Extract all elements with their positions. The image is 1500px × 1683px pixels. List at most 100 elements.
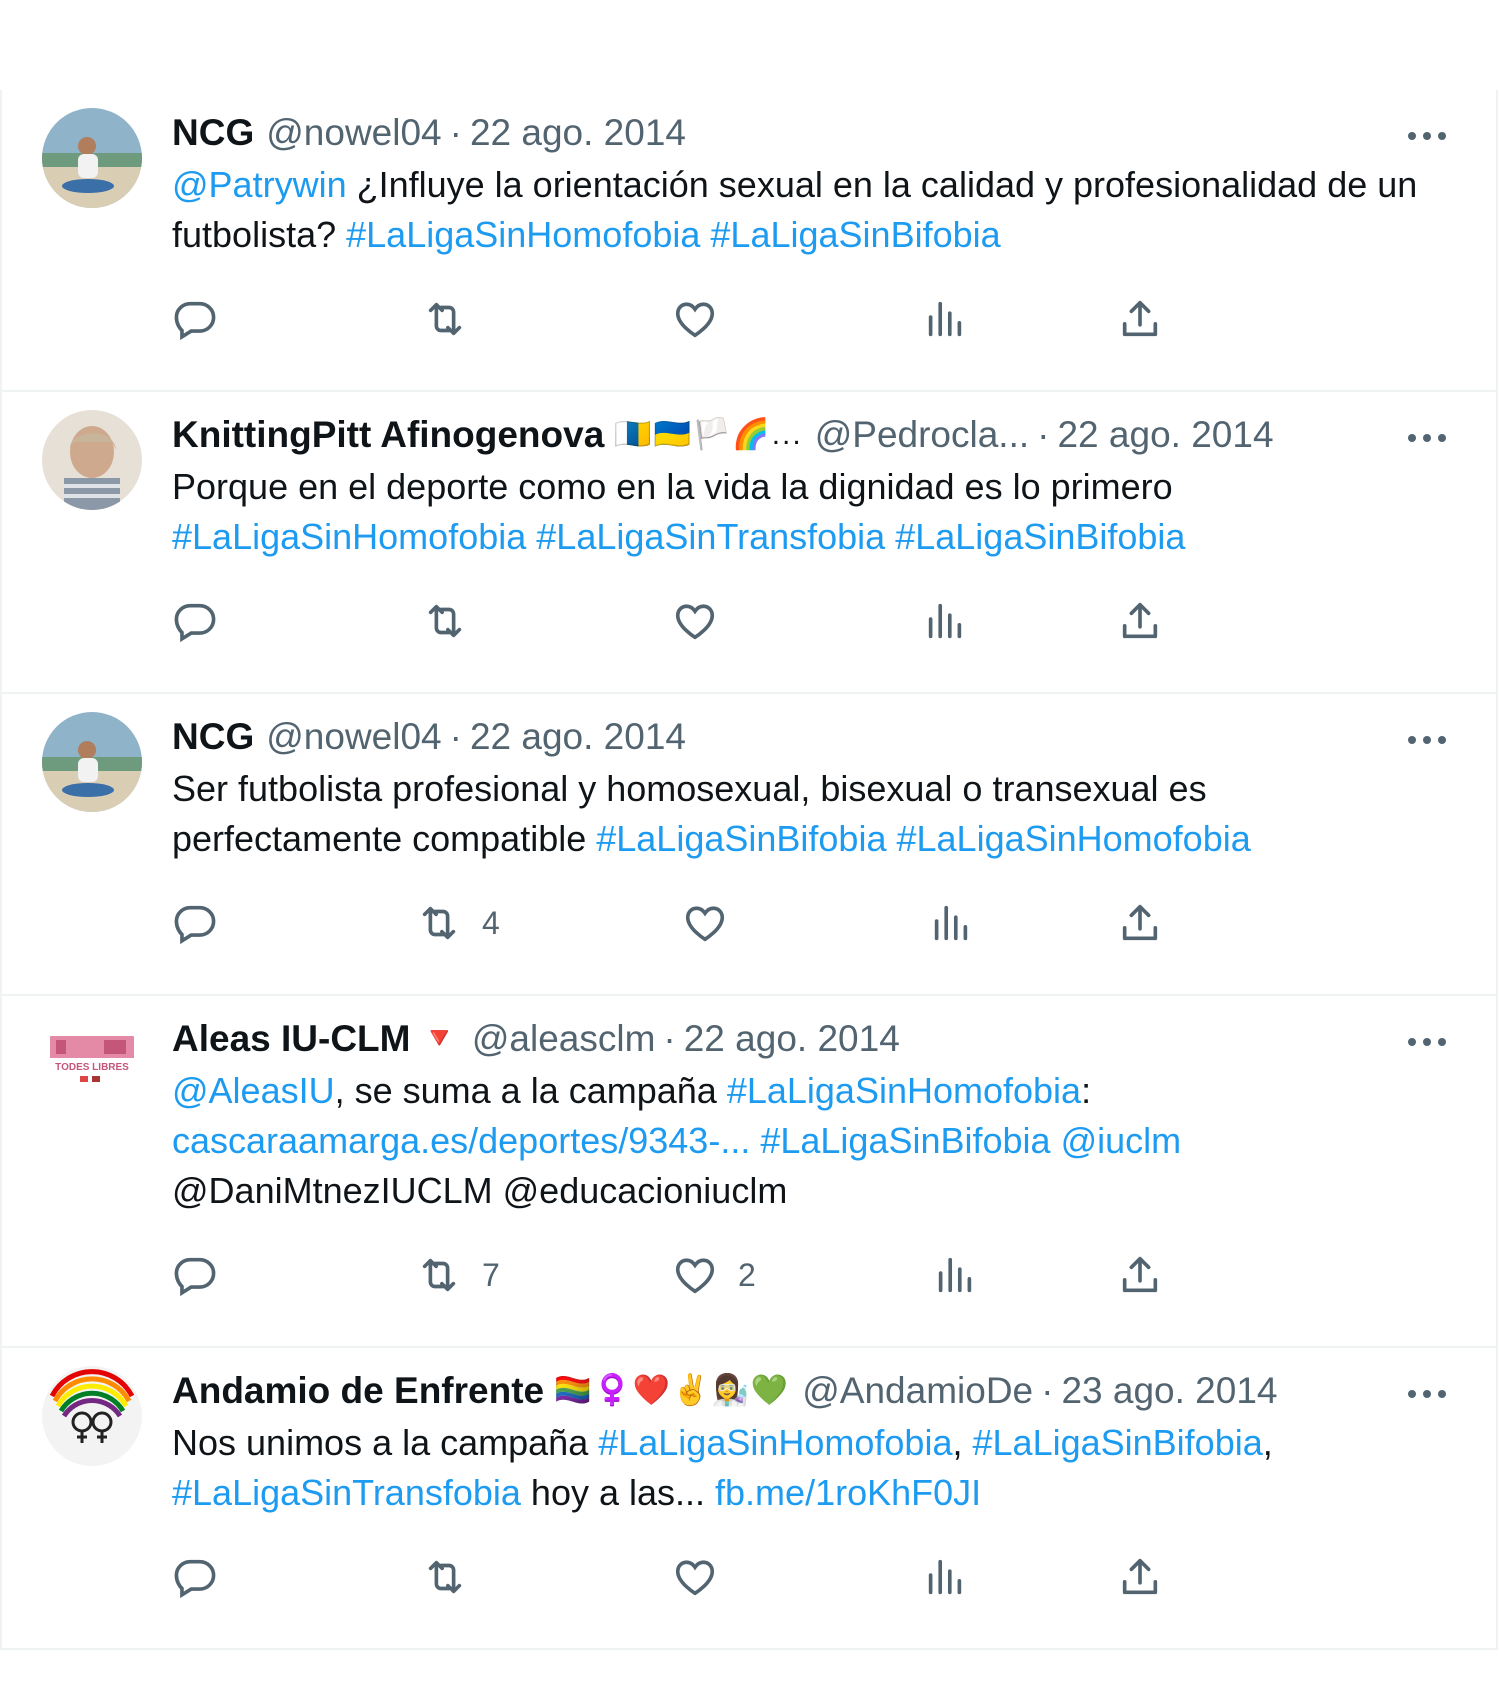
tweet[interactable]: NCG @nowel04 · 22 ago. 2014 Ser futbolis… bbox=[2, 694, 1496, 996]
retweet-count: 4 bbox=[482, 904, 500, 941]
views-button[interactable] bbox=[932, 1250, 978, 1300]
tweet-link[interactable]: @Patrywin bbox=[172, 164, 347, 205]
reply-button[interactable] bbox=[172, 898, 238, 948]
more-options-button[interactable] bbox=[1402, 116, 1452, 156]
separator-dot: · bbox=[1037, 414, 1050, 455]
tweet-header: NCG @nowel04 · 22 ago. 2014 bbox=[172, 108, 1458, 158]
reply-button[interactable] bbox=[172, 596, 238, 646]
tweet-text-segment: Nos unimos a la campaña bbox=[172, 1422, 599, 1463]
retweet-button[interactable] bbox=[422, 1552, 488, 1602]
display-name[interactable]: Aleas IU-CLM bbox=[172, 1014, 410, 1064]
tweet-text-segment: , se suma a la campaña bbox=[334, 1070, 727, 1111]
more-icon bbox=[1408, 1390, 1446, 1398]
name-emojis: 🇮🇨🇺🇦🏳️🌈... bbox=[614, 418, 803, 451]
more-options-button[interactable] bbox=[1402, 720, 1452, 760]
avatar[interactable] bbox=[42, 1366, 142, 1466]
user-handle[interactable]: @nowel04 bbox=[266, 712, 441, 762]
tweet-text-segment bbox=[1051, 1120, 1061, 1161]
tweet-actions: 7 2 bbox=[172, 1216, 1458, 1346]
retweet-icon bbox=[422, 1258, 456, 1292]
tweet-link[interactable]: cascaraamarga.es/deportes/9343-... bbox=[172, 1120, 750, 1161]
like-button[interactable] bbox=[672, 294, 738, 344]
share-icon bbox=[1122, 1558, 1158, 1595]
views-button[interactable] bbox=[922, 1552, 968, 1602]
reply-button[interactable] bbox=[172, 294, 238, 344]
tweet-link[interactable]: #LaLigaSinBifobia bbox=[596, 818, 886, 859]
retweet-button[interactable] bbox=[422, 294, 488, 344]
tweet[interactable]: Andamio de Enfrente 🏳️‍🌈♀️❤️✌️👩‍🔬💚 @Anda… bbox=[2, 1348, 1496, 1650]
share-button[interactable] bbox=[1117, 1552, 1163, 1602]
more-options-button[interactable] bbox=[1402, 1022, 1452, 1062]
user-handle[interactable]: @AndamioDe bbox=[802, 1366, 1033, 1416]
like-button[interactable]: 2 bbox=[672, 1250, 756, 1300]
user-handle[interactable]: @nowel04 bbox=[266, 108, 441, 158]
heart-icon bbox=[685, 906, 725, 942]
tweet-link[interactable]: #LaLigaSinHomofobia bbox=[346, 214, 700, 255]
tweet[interactable]: KnittingPitt Afinogenova 🇮🇨🇺🇦🏳️🌈... @Ped… bbox=[2, 392, 1496, 694]
share-button[interactable] bbox=[1117, 294, 1163, 344]
views-button[interactable] bbox=[922, 596, 968, 646]
tweet-header: Aleas IU-CLM 🔻 @aleasclm · 22 ago. 2014 bbox=[172, 1014, 1458, 1064]
views-button[interactable] bbox=[928, 898, 974, 948]
tweet-date[interactable]: 23 ago. 2014 bbox=[1061, 1366, 1277, 1416]
tweet-text: Ser futbolista profesional y homosexual,… bbox=[172, 764, 1432, 864]
tweet-link[interactable]: #LaLigaSinHomofobia bbox=[598, 1422, 952, 1463]
tweet[interactable]: NCG @nowel04 · 22 ago. 2014 @Patrywin ¿I… bbox=[2, 90, 1496, 392]
avatar[interactable] bbox=[42, 410, 142, 510]
tweet-link[interactable]: #LaLigaSinTransfobia bbox=[172, 1472, 521, 1513]
like-button[interactable] bbox=[672, 1552, 738, 1602]
display-name[interactable]: Andamio de Enfrente bbox=[172, 1366, 544, 1416]
reply-button[interactable] bbox=[172, 1250, 238, 1300]
more-options-button[interactable] bbox=[1402, 1374, 1452, 1414]
tweet-feed: NCG @nowel04 · 22 ago. 2014 @Patrywin ¿I… bbox=[0, 90, 1498, 1650]
retweet-icon bbox=[428, 302, 462, 336]
like-button[interactable] bbox=[672, 596, 738, 646]
tweet-link[interactable]: #LaLigaSinHomofobia bbox=[727, 1070, 1081, 1111]
share-button[interactable] bbox=[1117, 898, 1163, 948]
analytics-icon bbox=[928, 603, 962, 639]
name-emojis: 🔻 bbox=[420, 1022, 460, 1055]
share-icon bbox=[1122, 300, 1158, 337]
avatar[interactable]: TODES LIBRES bbox=[42, 1014, 142, 1114]
tweet-text-segment bbox=[526, 516, 536, 557]
reply-button[interactable] bbox=[172, 1552, 238, 1602]
tweet-date[interactable]: 22 ago. 2014 bbox=[1057, 410, 1273, 460]
like-button[interactable] bbox=[682, 898, 748, 948]
share-button[interactable] bbox=[1117, 596, 1163, 646]
tweet[interactable]: TODES LIBRES Aleas IU-CLM 🔻 @aleasclm · … bbox=[2, 996, 1496, 1348]
tweet-text: Porque en el deporte como en la vida la … bbox=[172, 462, 1432, 562]
tweet-link[interactable]: #LaLigaSinBifobia bbox=[895, 516, 1185, 557]
tweet-link[interactable]: #LaLigaSinBifobia bbox=[710, 214, 1000, 255]
svg-text:TODES LIBRES: TODES LIBRES bbox=[55, 1062, 129, 1073]
user-handle[interactable]: @Pedrocla... bbox=[815, 410, 1029, 460]
tweet-date[interactable]: 22 ago. 2014 bbox=[684, 1014, 900, 1064]
tweet-link[interactable]: #LaLigaSinBifobia bbox=[760, 1120, 1050, 1161]
avatar[interactable] bbox=[42, 108, 142, 208]
tweet-date[interactable]: 22 ago. 2014 bbox=[470, 108, 686, 158]
tweet-link[interactable]: @iuclm bbox=[1061, 1120, 1182, 1161]
tweet-link[interactable]: #LaLigaSinTransfobia bbox=[536, 516, 885, 557]
retweet-button[interactable]: 4 bbox=[416, 898, 500, 948]
separator-dot: · bbox=[449, 716, 462, 757]
display-name[interactable]: KnittingPitt Afinogenova bbox=[172, 410, 604, 460]
tweet-link[interactable]: #LaLigaSinHomofobia bbox=[172, 516, 526, 557]
display-name[interactable]: NCG bbox=[172, 712, 254, 762]
tweet-date[interactable]: 22 ago. 2014 bbox=[470, 712, 686, 762]
retweet-button[interactable]: 7 bbox=[416, 1250, 500, 1300]
display-name[interactable]: NCG bbox=[172, 108, 254, 158]
retweet-button[interactable] bbox=[422, 596, 488, 646]
tweet-link[interactable]: fb.me/1roKhF0JI bbox=[715, 1472, 981, 1513]
tweet-link[interactable]: #LaLigaSinHomofobia bbox=[896, 818, 1250, 859]
tweet-link[interactable]: @AleasIU bbox=[172, 1070, 335, 1111]
more-options-button[interactable] bbox=[1402, 418, 1452, 458]
tweet-content: NCG @nowel04 · 22 ago. 2014 Ser futbolis… bbox=[172, 712, 1458, 994]
avatar[interactable] bbox=[42, 712, 142, 812]
tweet-link[interactable]: #LaLigaSinBifobia bbox=[973, 1422, 1263, 1463]
tweet-text-segment bbox=[885, 516, 895, 557]
user-handle[interactable]: @aleasclm bbox=[472, 1014, 656, 1064]
share-button[interactable] bbox=[1117, 1250, 1163, 1300]
tweet-text: @Patrywin ¿Influye la orientación sexual… bbox=[172, 160, 1432, 260]
analytics-icon bbox=[938, 1257, 972, 1293]
views-button[interactable] bbox=[922, 294, 968, 344]
tweet-actions bbox=[172, 562, 1458, 692]
